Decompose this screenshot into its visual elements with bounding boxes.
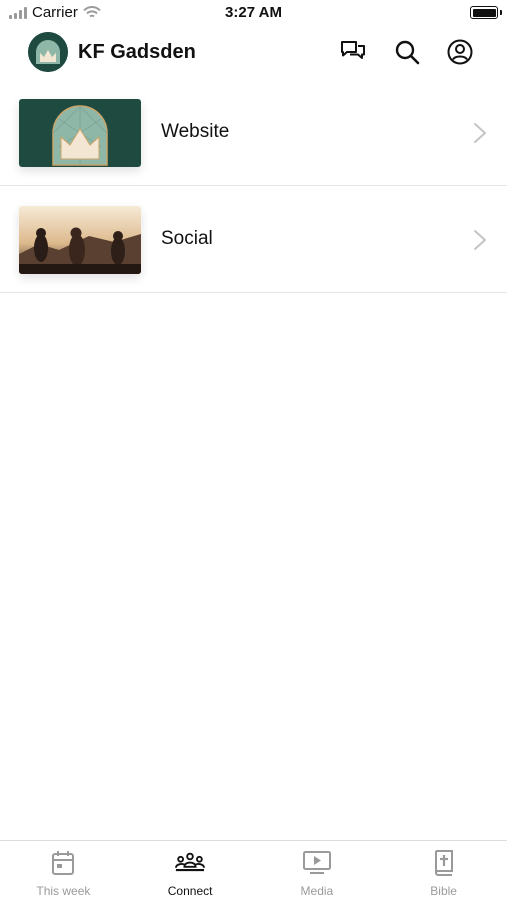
list-item-label: Website [161, 121, 230, 142]
page-title: KF Gadsden [78, 41, 196, 63]
church-logo-image [19, 99, 141, 167]
status-bar: Carrier 3:27 AM [0, 0, 507, 28]
list-item-website[interactable]: Website [0, 79, 507, 186]
calendar-icon [48, 849, 78, 877]
list-item-label: Social [161, 228, 213, 249]
battery-icon [470, 6, 498, 19]
chat-icon[interactable] [339, 38, 367, 66]
people-sunset-photo [19, 206, 141, 274]
tab-label: This week [36, 884, 91, 898]
tab-label: Bible [430, 884, 457, 898]
app-header: KF Gadsden [0, 28, 507, 76]
chevron-right-icon [474, 123, 486, 143]
crown-logo-icon [28, 32, 68, 72]
people-group-icon [175, 849, 206, 877]
play-screen-icon [302, 849, 332, 877]
connect-list: Website Social [0, 79, 507, 293]
tab-bar: This week Connect Media Bible [0, 840, 507, 900]
tab-label: Connect [167, 884, 213, 898]
church-avatar[interactable] [28, 32, 68, 72]
social-thumbnail [19, 206, 141, 274]
profile-icon[interactable] [446, 38, 474, 66]
tab-label: Media [300, 884, 334, 898]
chevron-right-icon [474, 230, 486, 250]
website-thumbnail [19, 99, 141, 167]
tab-connect[interactable]: Connect [127, 841, 254, 900]
tab-media[interactable]: Media [254, 841, 381, 900]
search-icon[interactable] [393, 38, 421, 66]
tab-this-week[interactable]: This week [0, 841, 127, 900]
list-item-social[interactable]: Social [0, 186, 507, 293]
tab-bible[interactable]: Bible [380, 841, 507, 900]
bible-cross-icon [429, 849, 459, 877]
status-time: 3:27 AM [225, 4, 282, 21]
